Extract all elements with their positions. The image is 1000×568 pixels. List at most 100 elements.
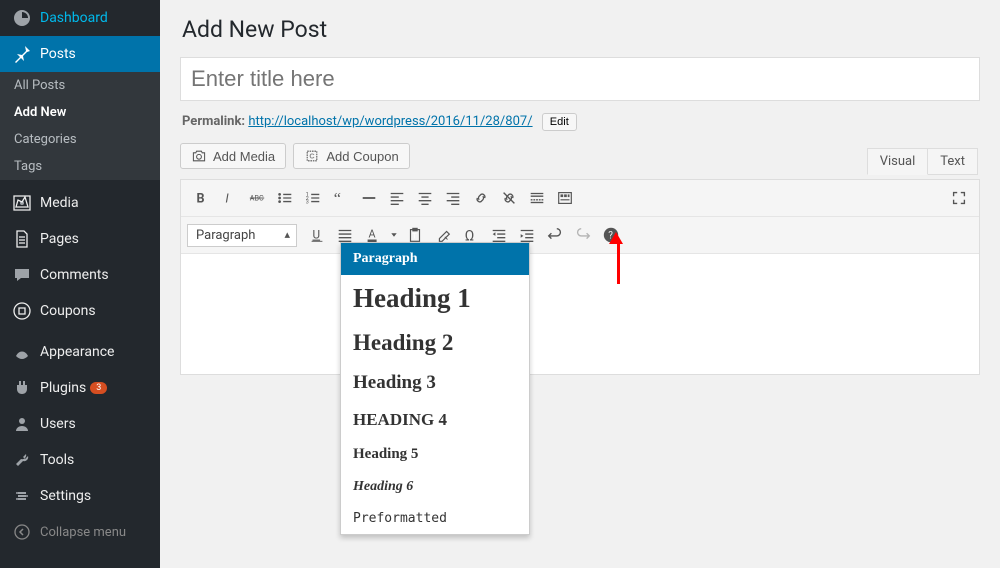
editor-body[interactable]: [181, 254, 979, 374]
post-title-input[interactable]: [180, 57, 980, 101]
more-button[interactable]: [523, 184, 551, 212]
option-heading-5[interactable]: Heading 5: [341, 438, 529, 471]
add-media-button[interactable]: Add Media: [180, 143, 286, 169]
appearance-icon: [12, 342, 32, 362]
align-right-button[interactable]: [439, 184, 467, 212]
svg-text:T: T: [412, 232, 417, 241]
option-heading-6[interactable]: Heading 6: [341, 471, 529, 503]
plugins-icon: [12, 378, 32, 398]
align-left-button[interactable]: [383, 184, 411, 212]
option-preformatted[interactable]: Preformatted: [341, 503, 529, 534]
coupon-icon: C: [304, 148, 320, 164]
svg-text:C: C: [310, 151, 315, 160]
menu-dashboard[interactable]: Dashboard: [0, 0, 160, 36]
svg-text:B: B: [197, 192, 205, 207]
editor: B I ABC 123 “ Paragraph U: [180, 179, 980, 375]
menu-label: Appearance: [40, 344, 114, 360]
tab-text[interactable]: Text: [928, 148, 978, 175]
camera-icon: [191, 148, 207, 164]
redo-button[interactable]: [569, 221, 597, 249]
button-label: Add Coupon: [326, 149, 398, 164]
comments-icon: [12, 265, 32, 285]
menu-appearance[interactable]: Appearance: [0, 334, 160, 370]
collapse-icon: [12, 522, 32, 542]
menu-label: Tools: [40, 452, 74, 468]
format-select-label: Paragraph: [196, 228, 255, 243]
svg-text:?: ?: [608, 231, 613, 242]
permalink-edit-button[interactable]: Edit: [542, 113, 577, 131]
bold-button[interactable]: B: [187, 184, 215, 212]
dashboard-icon: [12, 8, 32, 28]
editor-tabs: Visual Text: [867, 148, 978, 175]
posts-submenu: All Posts Add New Categories Tags: [0, 72, 160, 180]
menu-media[interactable]: Media: [0, 185, 160, 221]
fullscreen-button[interactable]: [945, 184, 973, 212]
menu-tools[interactable]: Tools: [0, 442, 160, 478]
svg-text:U: U: [313, 228, 321, 242]
menu-label: Users: [40, 416, 76, 432]
menu-label: Dashboard: [40, 10, 108, 26]
menu-settings[interactable]: Settings: [0, 478, 160, 514]
page-title: Add New Post: [182, 16, 980, 43]
number-list-button[interactable]: 123: [299, 184, 327, 212]
permalink-label: Permalink:: [182, 114, 245, 129]
menu-label: Comments: [40, 267, 109, 283]
settings-icon: [12, 486, 32, 506]
submenu-all-posts[interactable]: All Posts: [0, 72, 160, 99]
svg-text:A: A: [369, 228, 376, 241]
option-heading-2[interactable]: Heading 2: [341, 322, 529, 364]
submenu-tags[interactable]: Tags: [0, 153, 160, 180]
option-heading-4[interactable]: HEADING 4: [341, 402, 529, 438]
menu-comments[interactable]: Comments: [0, 257, 160, 293]
menu-label: Media: [40, 195, 79, 211]
submenu-categories[interactable]: Categories: [0, 126, 160, 153]
tab-visual[interactable]: Visual: [867, 148, 929, 175]
tools-icon: [12, 450, 32, 470]
toolbar-toggle-button[interactable]: [551, 184, 579, 212]
strike-button[interactable]: ABC: [243, 184, 271, 212]
menu-label: Collapse menu: [40, 525, 126, 540]
blockquote-button[interactable]: “: [327, 184, 355, 212]
format-select[interactable]: Paragraph: [187, 224, 297, 247]
option-paragraph[interactable]: Paragraph: [341, 243, 529, 275]
menu-label: Settings: [40, 488, 91, 504]
option-heading-3[interactable]: Heading 3: [341, 364, 529, 402]
menu-label: Coupons: [40, 303, 96, 319]
italic-button[interactable]: I: [215, 184, 243, 212]
menu-pages[interactable]: Pages: [0, 221, 160, 257]
link-button[interactable]: [467, 184, 495, 212]
format-dropdown: Paragraph Heading 1 Heading 2 Heading 3 …: [340, 242, 530, 535]
permalink-link[interactable]: http://localhost/wp/wordpress/2016/11/28…: [248, 114, 532, 129]
menu-plugins[interactable]: Plugins 3: [0, 370, 160, 406]
main-content: Add New Post Permalink: http://localhost…: [160, 0, 1000, 568]
menu-label: Pages: [40, 231, 79, 247]
menu-users[interactable]: Users: [0, 406, 160, 442]
svg-text:3: 3: [306, 199, 309, 205]
menu-posts[interactable]: Posts: [0, 36, 160, 72]
svg-text:I: I: [225, 192, 229, 207]
permalink-row: Permalink: http://localhost/wp/wordpress…: [182, 113, 978, 131]
admin-sidebar: Dashboard Posts All Posts Add New Catego…: [0, 0, 160, 568]
hr-button[interactable]: [355, 184, 383, 212]
pages-icon: [12, 229, 32, 249]
option-heading-1[interactable]: Heading 1: [341, 275, 529, 322]
submenu-add-new[interactable]: Add New: [0, 99, 160, 126]
pin-icon: [12, 44, 32, 64]
unlink-button[interactable]: [495, 184, 523, 212]
button-label: Add Media: [213, 149, 275, 164]
menu-collapse[interactable]: Collapse menu: [0, 514, 160, 550]
undo-button[interactable]: [541, 221, 569, 249]
plugins-badge: 3: [90, 382, 107, 394]
menu-label: Plugins: [40, 380, 86, 396]
add-coupon-button[interactable]: C Add Coupon: [293, 143, 409, 169]
bullet-list-button[interactable]: [271, 184, 299, 212]
coupons-icon: [12, 301, 32, 321]
help-button[interactable]: ?: [597, 221, 625, 249]
toolbar-row-2: Paragraph U A T Ω ?: [181, 217, 979, 254]
menu-coupons[interactable]: Coupons: [0, 293, 160, 329]
media-icon: [12, 193, 32, 213]
underline-button[interactable]: U: [303, 221, 331, 249]
users-icon: [12, 414, 32, 434]
align-center-button[interactable]: [411, 184, 439, 212]
toolbar-row-1: B I ABC 123 “: [181, 180, 979, 217]
